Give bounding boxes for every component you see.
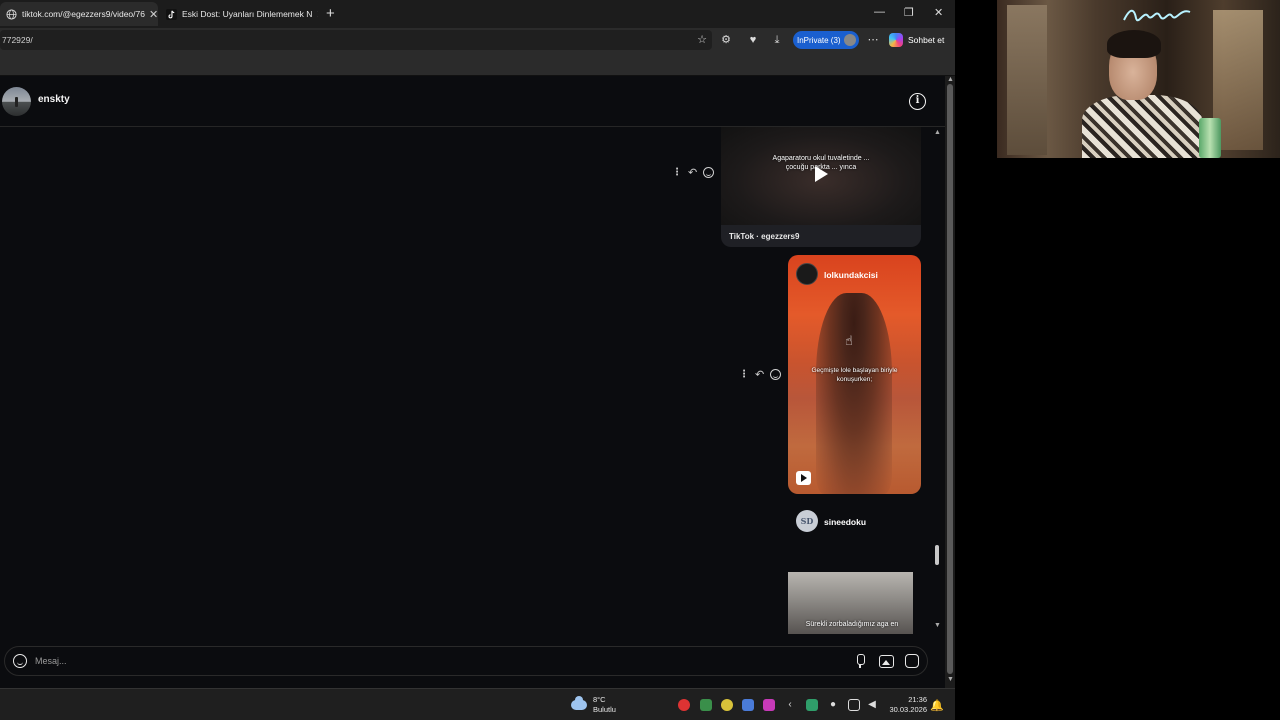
tab-tiktok-video[interactable]: Eski Dost: Uyanları Dinlememek N ✕	[160, 2, 318, 26]
tab-tiktok[interactable]: tiktok.com/@egezzers9/video/76 ✕	[0, 2, 158, 26]
scroll-up-icon[interactable]: ▲	[934, 129, 941, 136]
sticker-icon[interactable]	[905, 654, 919, 668]
message-thread: ⋮ ↶ Agaparatoru okul tuvaletinde ... çoc…	[0, 127, 930, 634]
scroll-up-icon[interactable]: ▲	[947, 76, 954, 83]
app-icon[interactable]	[763, 699, 775, 711]
maximize-icon[interactable]: ❐	[904, 6, 914, 19]
time: 21:36	[908, 695, 927, 704]
date: 30.03.2026	[889, 705, 927, 714]
browser-essentials-icon[interactable]: ♥	[746, 33, 760, 47]
message-composer	[4, 646, 928, 676]
play-icon[interactable]	[815, 166, 828, 182]
app-icon[interactable]	[700, 699, 712, 711]
avatar: SD	[796, 510, 818, 532]
drink-can	[1199, 118, 1221, 158]
thread-scrollbar[interactable]: ▲ ▼	[931, 127, 943, 634]
instagram-dm-page: enskty i ⋮ ↶ Agaparatoru okul tuvaletind…	[0, 76, 945, 688]
scroll-down-icon[interactable]: ▼	[934, 622, 941, 629]
dm-header: enskty i	[0, 76, 945, 127]
avatar	[796, 263, 818, 285]
reel-username: lolkundakcisi	[824, 270, 878, 280]
tiktok-icon	[166, 8, 177, 20]
page-scrollbar[interactable]: ▲ ▼	[945, 76, 955, 688]
dm-username[interactable]: enskty	[38, 94, 70, 105]
reply-icon[interactable]: ↶	[755, 368, 764, 381]
more-options-icon[interactable]: ⋯	[866, 33, 880, 47]
reel-caption: Geçmişte lole başlayan biriyle konuşurke…	[811, 367, 898, 383]
bluetooth-icon[interactable]	[742, 699, 754, 711]
webcam-overlay	[997, 0, 1280, 158]
inprivate-badge[interactable]: InPrivate (3)	[793, 31, 859, 49]
post-caption: Sürekli zorbaladığımız aga en	[805, 621, 899, 628]
record-icon[interactable]	[678, 699, 690, 711]
chevron-icon[interactable]: ‹	[784, 699, 796, 711]
tab-label: Eski Dost: Uyanları Dinlememek N	[182, 9, 313, 19]
person-shirt	[1082, 95, 1202, 158]
downloads-icon[interactable]: ⤓	[770, 33, 784, 47]
copilot-icon	[889, 33, 903, 47]
close-tab-icon[interactable]: ✕	[312, 8, 318, 21]
tab-label: tiktok.com/@egezzers9/video/76	[22, 9, 145, 19]
person-hair	[1107, 30, 1161, 58]
shared-tiktok-card[interactable]: Agaparatoru okul tuvaletinde ... çocuğu …	[721, 127, 921, 247]
notification-bell-icon[interactable]: 🔔	[930, 699, 944, 712]
reel-icon	[796, 471, 811, 485]
favorites-bar	[0, 52, 955, 76]
new-tab-icon[interactable]: +	[326, 5, 335, 22]
profile-avatar	[844, 34, 856, 46]
message-actions: ⋮ ↶	[739, 368, 782, 381]
react-emoji-icon[interactable]	[703, 167, 715, 178]
reply-icon[interactable]: ↶	[688, 166, 697, 179]
message-actions: ⋮ ↶	[672, 166, 715, 179]
chat-label: Sohbet et	[908, 35, 945, 45]
weather-widget[interactable]: 8°C Bulutlu	[571, 695, 616, 715]
react-emoji-icon[interactable]	[770, 369, 782, 380]
taskbar: 8°C Bulutlu ‹ ● ◀ 21:36 30.03.2026 🔔	[0, 688, 955, 720]
minimize-icon[interactable]: —	[874, 6, 885, 18]
share-source: TikTok · egezzers9	[729, 232, 800, 241]
post-username: sineedoku	[824, 517, 867, 527]
network-icon[interactable]	[848, 699, 860, 711]
temperature: 8°C	[593, 695, 606, 704]
favorite-star-icon[interactable]: ☆	[695, 33, 709, 47]
scroll-down-icon[interactable]: ▼	[947, 676, 954, 683]
microphone-icon[interactable]: ●	[827, 699, 839, 711]
avatar[interactable]	[2, 87, 31, 116]
hand-cursor-icon: ☝	[845, 333, 853, 348]
shared-reel-card[interactable]: lolkundakcisi Geçmişte lole başlayan bir…	[788, 255, 921, 494]
app-icon[interactable]	[806, 699, 818, 711]
close-tab-icon[interactable]: ✕	[145, 8, 158, 21]
globe-icon	[6, 8, 17, 20]
inprivate-label: InPrivate (3)	[797, 35, 841, 45]
scroll-thumb[interactable]	[947, 84, 953, 674]
app-icon[interactable]	[721, 699, 733, 711]
cloud-icon	[571, 696, 587, 710]
more-icon[interactable]: ⋮	[739, 369, 749, 380]
volume-icon[interactable]: ◀	[866, 699, 878, 711]
emoji-icon[interactable]	[13, 654, 27, 668]
copilot-chat-button[interactable]: Sohbet et	[889, 31, 944, 49]
scroll-thumb[interactable]	[935, 545, 939, 565]
microphone-icon[interactable]	[853, 654, 867, 668]
tab-bar: tiktok.com/@egezzers9/video/76 ✕ Eski Do…	[0, 0, 955, 28]
more-icon[interactable]: ⋮	[672, 167, 682, 178]
info-icon[interactable]: i	[909, 93, 926, 110]
extensions-icon[interactable]: ⚙	[719, 33, 733, 47]
image-icon[interactable]	[879, 655, 894, 668]
screen: tiktok.com/@egezzers9/video/76 ✕ Eski Do…	[0, 0, 1280, 720]
background-door	[1007, 5, 1047, 155]
reel-thumbnail	[816, 293, 892, 494]
shared-post-card[interactable]: SD sineedoku Sürekli zorbaladığımız aga …	[788, 502, 921, 634]
clock[interactable]: 21:36 30.03.2026	[887, 695, 927, 715]
neon-sign	[1123, 9, 1191, 22]
weather-condition: Bulutlu	[593, 705, 616, 714]
message-input[interactable]	[35, 653, 815, 669]
close-window-icon[interactable]: ✕	[934, 6, 943, 19]
address-bar[interactable]: 772929/	[0, 30, 712, 50]
